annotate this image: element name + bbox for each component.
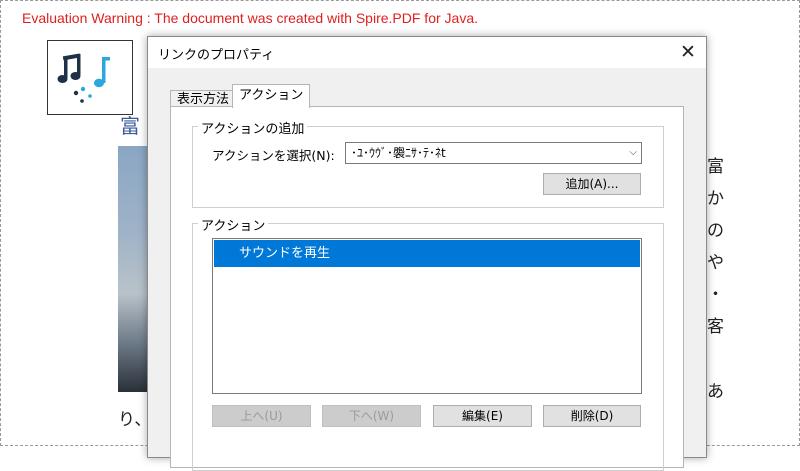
actions-group-label: アクション <box>198 215 269 234</box>
move-down-button[interactable]: 下へ(W) <box>322 405 421 427</box>
action-type-select-value: ･ﾕ･ｳｳﾞ･褜ﾆｻ･ﾃ･ﾈt <box>351 146 446 160</box>
document-right-text: ・ <box>707 285 724 305</box>
dialog-title: リンクのプロパティ <box>158 48 275 63</box>
action-type-select[interactable]: ･ﾕ･ｳｳﾞ･褜ﾆｻ･ﾃ･ﾈt ⌵ <box>345 142 642 164</box>
document-right-text: か <box>707 189 724 209</box>
music-notes-icon <box>47 40 133 115</box>
add-action-group: アクションの追加 <box>192 118 664 208</box>
actions-listbox[interactable]: サウンドを再生 <box>212 238 642 394</box>
close-icon[interactable]: ✕ <box>674 39 702 65</box>
edit-button[interactable]: 編集(E) <box>433 405 532 427</box>
tab-action[interactable]: アクション <box>232 84 311 108</box>
add-action-group-label: アクションの追加 <box>198 118 308 137</box>
chevron-down-icon[interactable]: ⌵ <box>629 143 637 163</box>
document-heading: 富 <box>120 114 140 138</box>
move-up-button[interactable]: 上へ(U) <box>212 405 311 427</box>
add-action-button[interactable]: 追加(A)... <box>543 173 641 195</box>
list-item[interactable]: サウンドを再生 <box>214 240 640 267</box>
document-right-text: 客 <box>707 317 724 337</box>
list-item-label: サウンドを再生 <box>239 246 331 261</box>
document-right-text: の <box>707 221 724 241</box>
evaluation-warning: Evaluation Warning : The document was cr… <box>22 10 478 26</box>
document-right-text: あ <box>707 382 724 402</box>
select-action-label: アクションを選択(N): <box>212 148 335 163</box>
dialog-titlebar[interactable]: リンクのプロパティ ✕ <box>148 37 706 68</box>
document-right-text: 富 <box>707 157 724 177</box>
delete-button[interactable]: 削除(D) <box>543 405 641 427</box>
document-right-text: や <box>707 253 724 273</box>
